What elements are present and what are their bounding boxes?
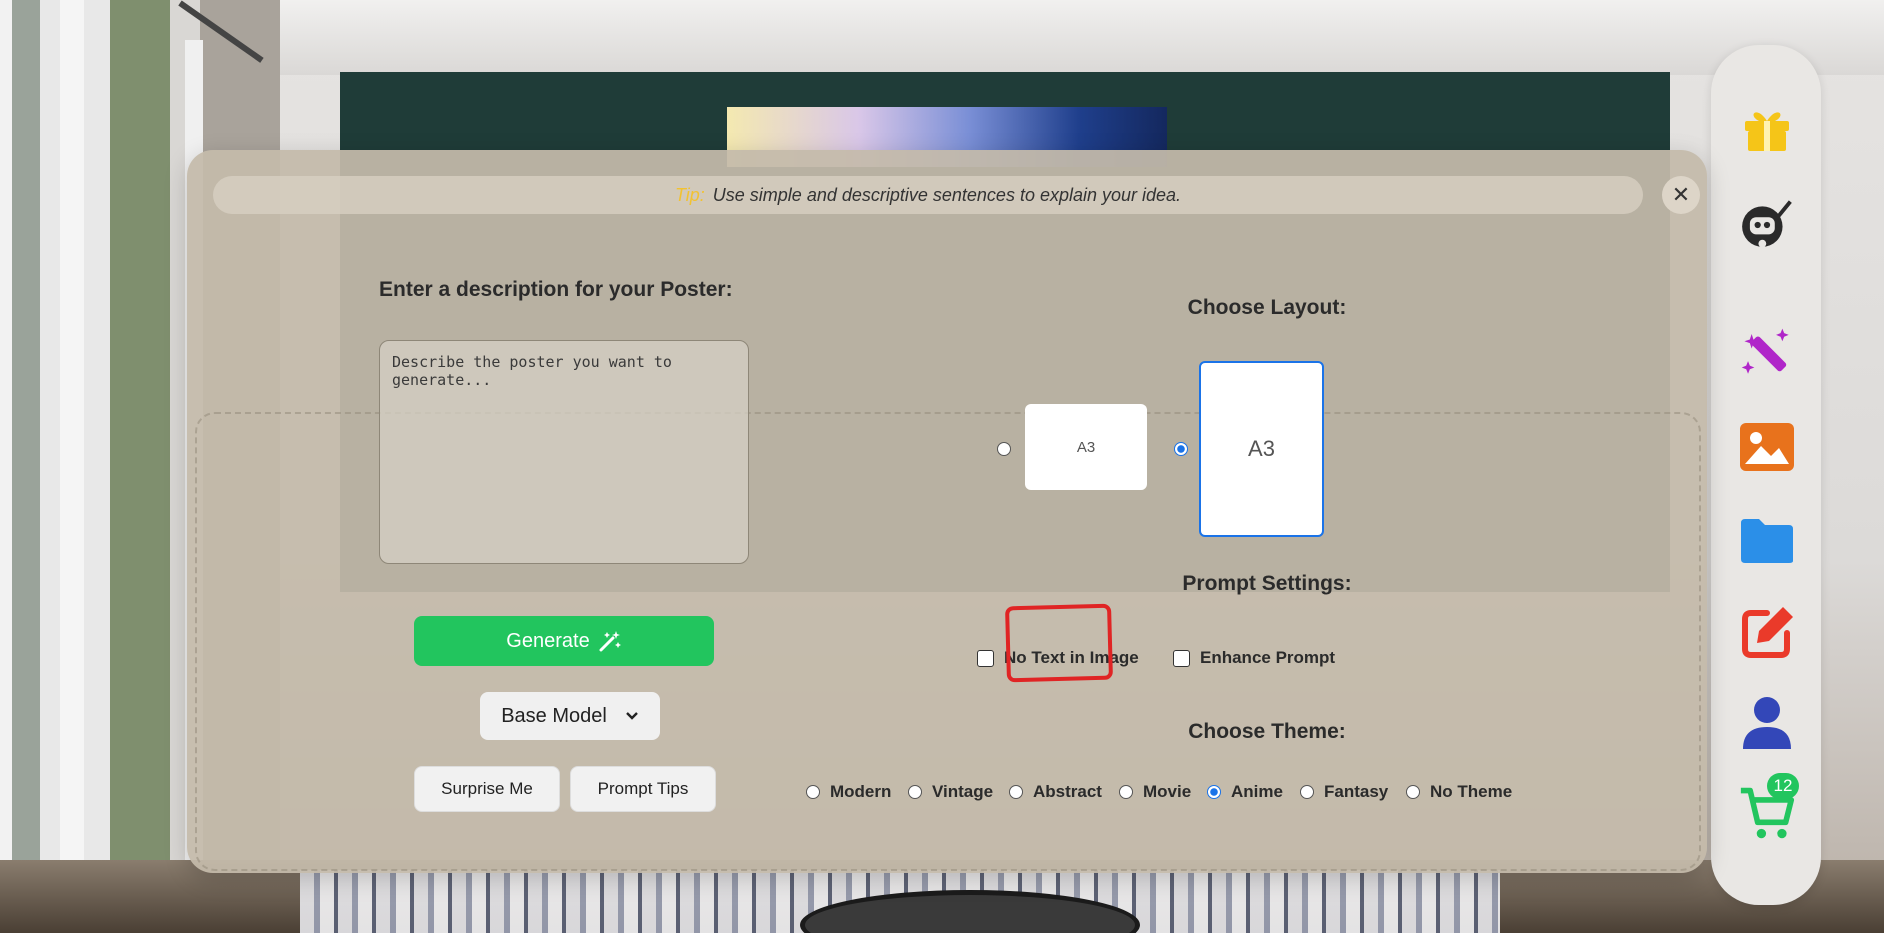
choose-layout-title: Choose Layout: bbox=[1187, 296, 1347, 319]
model-select-value: Base Model bbox=[501, 704, 607, 727]
prompt-settings-title: Prompt Settings: bbox=[1182, 572, 1352, 595]
theme-radio[interactable] bbox=[1207, 785, 1221, 799]
surprise-me-label: Surprise Me bbox=[441, 779, 533, 798]
magic-wand-icon bbox=[599, 631, 621, 652]
theme-radio[interactable] bbox=[1009, 785, 1023, 799]
robot-artist-icon[interactable] bbox=[1739, 197, 1795, 253]
tip-label: Tip: bbox=[674, 184, 705, 205]
enhance-prompt-label: Enhance Prompt bbox=[1200, 648, 1336, 667]
theme-option-fantasy[interactable]: Fantasy bbox=[1300, 782, 1388, 802]
layout-option-portrait[interactable]: A3 bbox=[1199, 361, 1324, 537]
close-button[interactable]: ✕ bbox=[1662, 176, 1700, 214]
theme-option-no-theme[interactable]: No Theme bbox=[1406, 782, 1512, 802]
folder-icon[interactable] bbox=[1739, 513, 1795, 569]
description-input[interactable] bbox=[379, 340, 749, 564]
theme-option-vintage[interactable]: Vintage bbox=[908, 782, 993, 802]
checkbox[interactable] bbox=[977, 649, 994, 667]
window-frame bbox=[60, 0, 84, 933]
theme-label: Modern bbox=[830, 782, 892, 801]
description-label: Enter a description for your Poster: bbox=[379, 278, 733, 301]
tip-text: Use simple and descriptive sentences to … bbox=[712, 184, 1182, 205]
gift-icon[interactable] bbox=[1739, 101, 1795, 157]
theme-label: Anime bbox=[1231, 782, 1283, 801]
theme-label: No Theme bbox=[1430, 782, 1513, 801]
layout-radio-portrait[interactable] bbox=[1174, 442, 1188, 456]
model-select[interactable]: Base Model bbox=[480, 692, 660, 740]
poster-generator-modal: Tip: Use simple and descriptive sentence… bbox=[187, 150, 1707, 873]
prompt-tips-label: Prompt Tips bbox=[597, 779, 689, 798]
enhance-prompt-checkbox[interactable]: Enhance Prompt bbox=[1173, 648, 1335, 668]
theme-label: Abstract bbox=[1033, 782, 1102, 801]
theme-radio[interactable] bbox=[1406, 785, 1420, 799]
ceiling bbox=[0, 0, 1884, 75]
chevron-down-icon bbox=[625, 712, 638, 720]
theme-option-movie[interactable]: Movie bbox=[1119, 782, 1191, 802]
theme-option-abstract[interactable]: Abstract bbox=[1009, 782, 1102, 802]
edit-icon[interactable] bbox=[1739, 603, 1795, 659]
tip-banner: Tip: Use simple and descriptive sentence… bbox=[213, 176, 1643, 214]
generate-button[interactable]: Generate bbox=[414, 616, 714, 666]
close-icon: ✕ bbox=[1671, 182, 1691, 207]
magic-wand-icon[interactable] bbox=[1739, 325, 1795, 381]
choose-theme-title: Choose Theme: bbox=[1188, 720, 1346, 743]
right-sidebar: 12 bbox=[1711, 45, 1821, 905]
theme-option-anime[interactable]: Anime bbox=[1207, 782, 1283, 802]
image-icon[interactable] bbox=[1739, 419, 1795, 475]
theme-option-modern[interactable]: Modern bbox=[806, 782, 891, 802]
layout-option-landscape[interactable]: A3 bbox=[1025, 404, 1147, 490]
cart-icon[interactable]: 12 bbox=[1739, 773, 1799, 841]
theme-label: Movie bbox=[1143, 782, 1192, 801]
theme-radio[interactable] bbox=[908, 785, 922, 799]
theme-radio[interactable] bbox=[806, 785, 820, 799]
checkbox[interactable] bbox=[1173, 649, 1190, 667]
theme-radio[interactable] bbox=[1300, 785, 1314, 799]
surprise-me-button[interactable]: Surprise Me bbox=[414, 766, 560, 812]
cart-count-badge: 12 bbox=[1767, 773, 1799, 799]
annotation-highlight bbox=[1005, 603, 1113, 683]
layout-label: A3 bbox=[1076, 438, 1096, 456]
theme-label: Fantasy bbox=[1324, 782, 1389, 801]
theme-radio[interactable] bbox=[1119, 785, 1133, 799]
layout-radio-landscape[interactable] bbox=[997, 442, 1011, 456]
generate-label: Generate bbox=[506, 629, 590, 652]
prompt-tips-button[interactable]: Prompt Tips bbox=[570, 766, 716, 812]
user-icon[interactable] bbox=[1739, 695, 1795, 751]
layout-label: A3 bbox=[1248, 436, 1275, 461]
theme-label: Vintage bbox=[932, 782, 994, 801]
